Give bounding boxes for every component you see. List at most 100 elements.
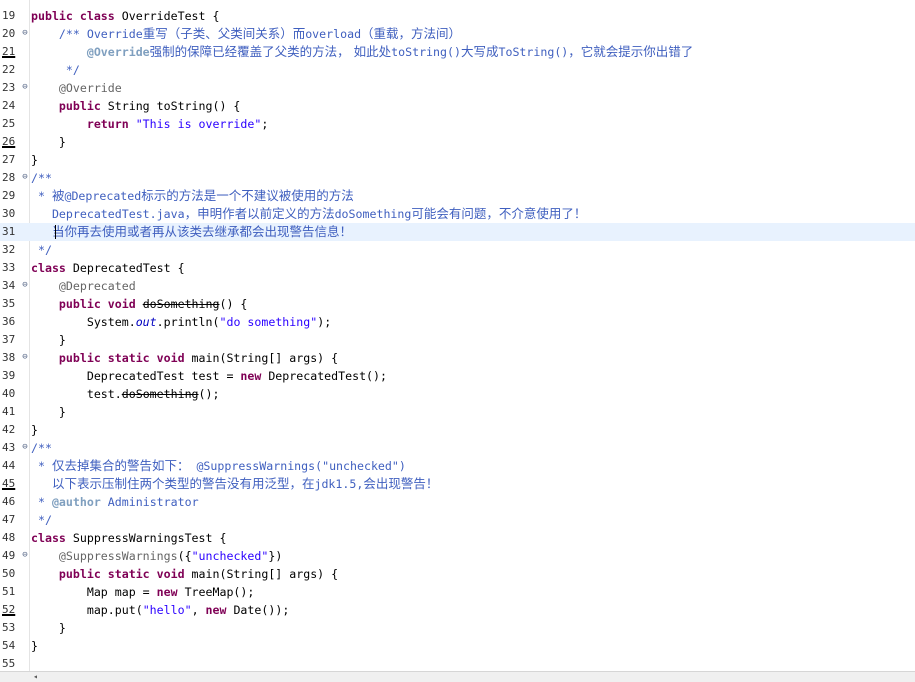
code-token: overload (305, 27, 362, 41)
code-token: （重载，方法间） (361, 26, 462, 41)
line-number: 19 (2, 9, 16, 22)
code-line[interactable]: 46 * @author Administrator (0, 493, 915, 511)
code-line[interactable]: 43 ⊖/** (0, 439, 915, 457)
code-text: * @author Administrator (31, 493, 199, 511)
fold-collapse-icon[interactable]: ⊖ (20, 172, 30, 182)
code-token: 以下表示压制住两个类型的警告没有用泛型，在 (51, 476, 315, 491)
code-line[interactable]: 51 Map map = new TreeMap(); (0, 583, 915, 601)
code-token: "do something" (219, 315, 318, 329)
code-line[interactable]: 42} (0, 421, 915, 439)
code-token: */ (31, 243, 52, 257)
code-token: (); (198, 387, 220, 401)
code-token: * (31, 189, 52, 203)
code-line[interactable]: 21 @Override强制的保障已经覆盖了父类的方法， 如此处toString… (0, 43, 915, 61)
code-token: doSomething (121, 387, 199, 401)
line-number: 32 (2, 243, 16, 256)
line-number: 44 (2, 459, 16, 472)
code-text: @SuppressWarnings({"unchecked"}) (31, 547, 282, 565)
code-line[interactable]: 29 * 被@Deprecated标示的方法是一个不建议被使用的方法 (0, 187, 915, 205)
line-number: 45 (2, 477, 16, 490)
line-number: 28 (2, 171, 16, 184)
scroll-left-arrow-icon[interactable]: ◂ (33, 672, 38, 682)
code-line[interactable]: 26 } (0, 133, 915, 151)
code-line[interactable]: 19 public class OverrideTest { (0, 7, 915, 25)
code-line[interactable]: 35 public void doSomething() { (0, 295, 915, 313)
code-line[interactable]: 39 DeprecatedTest test = new DeprecatedT… (0, 367, 915, 385)
code-token: test. (31, 387, 122, 401)
code-token: DeprecatedTest test = (31, 369, 241, 383)
code-text: @Override (31, 79, 122, 97)
code-line[interactable]: 38 ⊖ public static void main(String[] arg… (0, 349, 915, 367)
code-text: public static void main(String[] args) { (31, 349, 338, 367)
code-line[interactable]: 27} (0, 151, 915, 169)
code-line[interactable]: 31 当你再去使用或者再从该类去继承都会出现警告信息！ (0, 223, 915, 241)
code-line[interactable]: 54} (0, 637, 915, 655)
java-code-editor[interactable]: 19 public class OverrideTest {20 ⊖ /** Ove… (0, 0, 915, 682)
code-token: } (31, 405, 66, 419)
code-line[interactable]: 45 以下表示压制住两个类型的警告没有用泛型，在jdk1.5,会出现警告！ (0, 475, 915, 493)
code-text: * 被@Deprecated标示的方法是一个不建议被使用的方法 (31, 187, 354, 205)
code-token: 重写（子类、父类间关系）而 (142, 26, 306, 41)
code-line[interactable]: 48 class SuppressWarningsTest { (0, 529, 915, 547)
code-line[interactable]: 47 */ (0, 511, 915, 529)
code-token: public class (31, 9, 122, 23)
code-line[interactable]: 34 ⊖ @Deprecated (0, 277, 915, 295)
code-token: public (31, 99, 108, 113)
code-token: jdk1.5, (314, 477, 364, 491)
fold-collapse-icon[interactable]: ⊖ (20, 28, 30, 38)
code-token: ; (261, 117, 269, 131)
code-line[interactable]: 36 System.out.println("do something"); (0, 313, 915, 331)
code-text: System.out.println("do something"); (31, 313, 331, 331)
line-number: 30 (2, 207, 16, 220)
code-token: ToString() (498, 45, 569, 59)
code-text: /** (31, 169, 52, 187)
code-text: */ (31, 61, 80, 79)
code-text: public static void main(String[] args) { (31, 565, 338, 583)
code-token: 仅去掉集合的警告如下： (51, 458, 190, 473)
code-token: */ (31, 513, 52, 527)
code-line[interactable]: 28 ⊖/** (0, 169, 915, 187)
code-line[interactable]: 25 return "This is override"; (0, 115, 915, 133)
fold-collapse-icon[interactable]: ⊖ (20, 82, 30, 92)
line-number: 46 (2, 495, 16, 508)
horizontal-scrollbar[interactable]: ◂ (0, 671, 915, 682)
code-line[interactable]: 33 class DeprecatedTest { (0, 259, 915, 277)
fold-collapse-icon[interactable]: ⊖ (20, 280, 30, 290)
code-line[interactable]: 49 ⊖ @SuppressWarnings({"unchecked"}) (0, 547, 915, 565)
code-token: } (31, 423, 38, 437)
code-text: */ (31, 511, 52, 529)
code-text: /** (31, 439, 52, 457)
code-line[interactable]: 37 } (0, 331, 915, 349)
line-number: 26 (2, 135, 16, 148)
code-line[interactable]: 23 ⊖ @Override (0, 79, 915, 97)
line-number: 22 (2, 63, 16, 76)
code-line[interactable]: 52 map.put("hello", new Date()); (0, 601, 915, 619)
code-line[interactable]: 30 DeprecatedTest.java，申明作者以前定义的方法doSome… (0, 205, 915, 223)
code-token: * (31, 459, 52, 473)
code-line[interactable]: 32 */ (0, 241, 915, 259)
line-number: 37 (2, 333, 16, 346)
code-line[interactable]: 41 } (0, 403, 915, 421)
code-token: main(String[] args) { (191, 567, 339, 581)
code-text: public void doSomething() { (31, 295, 247, 313)
code-line[interactable]: 53 } (0, 619, 915, 637)
fold-collapse-icon[interactable]: ⊖ (20, 550, 30, 560)
fold-collapse-icon[interactable]: ⊖ (20, 352, 30, 362)
code-token: } (31, 153, 38, 167)
line-number: 33 (2, 261, 16, 274)
code-line[interactable]: 20 ⊖ /** Override重写（子类、父类间关系）而overload（重载… (0, 25, 915, 43)
code-line[interactable]: 24 public String toString() { (0, 97, 915, 115)
code-text: } (31, 637, 38, 655)
code-text: } (31, 619, 66, 637)
code-line[interactable]: 44 * 仅去掉集合的警告如下： @SuppressWarnings("unch… (0, 457, 915, 475)
code-token: System. (31, 315, 136, 329)
code-token: doSomething (334, 207, 412, 221)
code-token: 可能会有问题，不介意使用了！ (411, 206, 587, 221)
code-line[interactable]: 40 test.doSomething(); (0, 385, 915, 403)
code-text: test.doSomething(); (31, 385, 220, 403)
fold-collapse-icon[interactable]: ⊖ (20, 442, 30, 452)
code-line[interactable]: 22 */ (0, 61, 915, 79)
code-line[interactable]: 50 public static void main(String[] args… (0, 565, 915, 583)
